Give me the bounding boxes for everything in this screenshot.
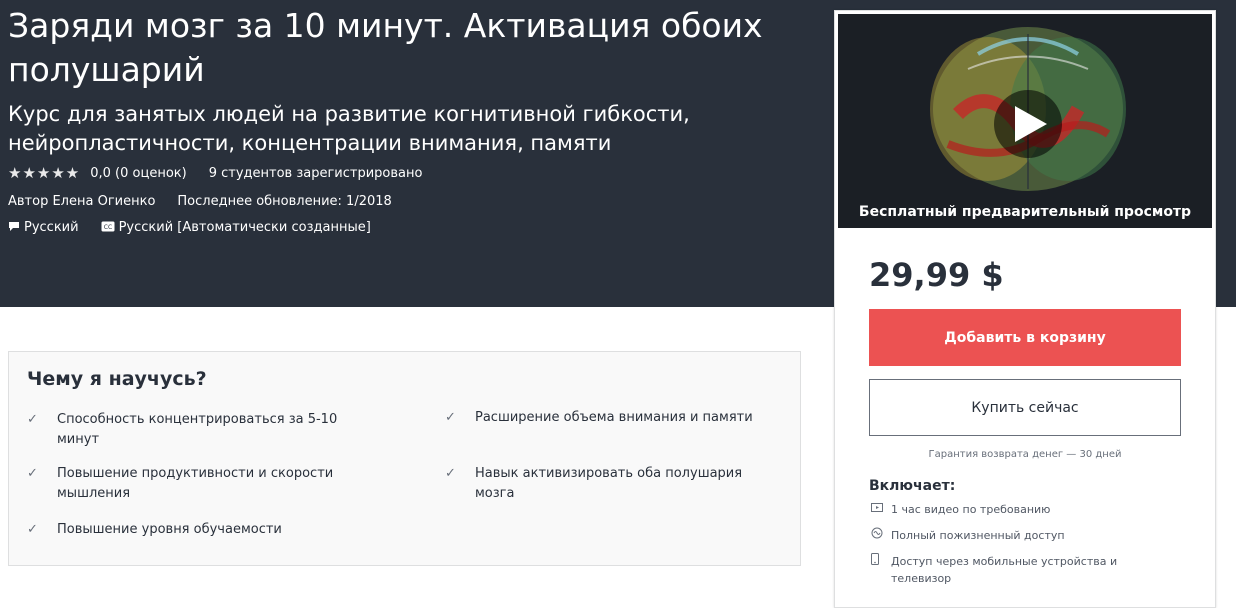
learn-item-text: Расширение объема внимания и памяти [475, 410, 753, 425]
video-icon [871, 501, 891, 518]
buy-now-button[interactable]: Купить сейчас [869, 379, 1181, 436]
course-captions: Русский [Автоматически созданные] [118, 220, 371, 235]
svg-text:CC: CC [103, 224, 111, 231]
preview-caption: Бесплатный предварительный просмотр [858, 204, 1192, 220]
include-item: 1 час видео по требованию [871, 501, 1171, 518]
money-back-guarantee: Гарантия возврата денег — 30 дней [928, 449, 1122, 460]
speech-bubble-icon [8, 221, 20, 235]
includes-title: Включает: [869, 478, 956, 494]
rating-value: 0,0 (0 оценок) [90, 165, 187, 181]
checkmark-icon: ✓ [445, 410, 456, 425]
students-count: 9 студентов зарегистрировано [208, 165, 423, 181]
learn-item: ✓ Способность концентрироваться за 5-10 … [27, 410, 357, 450]
include-item-text: Доступ через мобильные устройства и теле… [891, 555, 1118, 585]
what-you-learn-box: Чему я научусь? ✓ Способность концентрир… [8, 351, 801, 566]
mobile-icon [871, 553, 891, 587]
learn-item-text: Способность концентрироваться за 5-10 ми… [57, 412, 338, 447]
checkmark-icon: ✓ [445, 466, 456, 481]
learn-item: ✓ Повышение продуктивности и скорости мы… [27, 464, 357, 504]
what-you-learn-title: Чему я научусь? [27, 368, 207, 390]
course-preview-video[interactable]: Бесплатный предварительный просмотр [838, 14, 1212, 228]
infinity-icon [871, 527, 891, 544]
checkmark-icon: ✓ [27, 466, 38, 481]
include-item-text: Полный пожизненный доступ [891, 529, 1065, 542]
include-item-text: 1 час видео по требованию [891, 503, 1051, 516]
checkmark-icon: ✓ [27, 412, 38, 427]
learn-item-text: Повышение уровня обучаемости [57, 522, 282, 537]
include-item: Доступ через мобильные устройства и теле… [871, 553, 1171, 587]
learn-item: ✓ Повышение уровня обучаемости [27, 520, 357, 540]
course-price: 29,99 $ [869, 256, 1004, 294]
include-item: Полный пожизненный доступ [871, 527, 1171, 544]
course-language: Русский [24, 220, 79, 235]
add-to-cart-button[interactable]: Добавить в корзину [869, 309, 1181, 366]
rating-stars-icon: ★★★★★ [8, 164, 81, 182]
learn-item: ✓ Навык активизировать оба полушария моз… [445, 464, 775, 504]
author-row: Автор Елена Огиенко Последнее обновление… [8, 194, 392, 209]
course-subtitle: Курс для занятых людей на развитие когни… [8, 102, 690, 155]
brain-illustration [838, 14, 1212, 228]
checkmark-icon: ✓ [27, 522, 38, 537]
course-title: Заряди мозг за 10 минут. Активация обоих… [8, 6, 763, 89]
learn-item: ✓ Расширение объема внимания и памяти [445, 408, 775, 428]
closed-captions-icon: CC [101, 221, 115, 235]
language-row: Русский CC Русский [Автоматически создан… [8, 220, 371, 235]
learn-item-text: Повышение продуктивности и скорости мышл… [57, 466, 334, 501]
author-link[interactable]: Автор Елена Огиенко [8, 194, 155, 209]
last-updated: Последнее обновление: 1/2018 [177, 194, 392, 209]
learn-item-text: Навык активизировать оба полушария мозга [475, 466, 743, 501]
rating-row: ★★★★★ 0,0 (0 оценок) 9 студентов зарегис… [8, 164, 422, 182]
purchase-card: Бесплатный предварительный просмотр 29,9… [834, 10, 1216, 608]
